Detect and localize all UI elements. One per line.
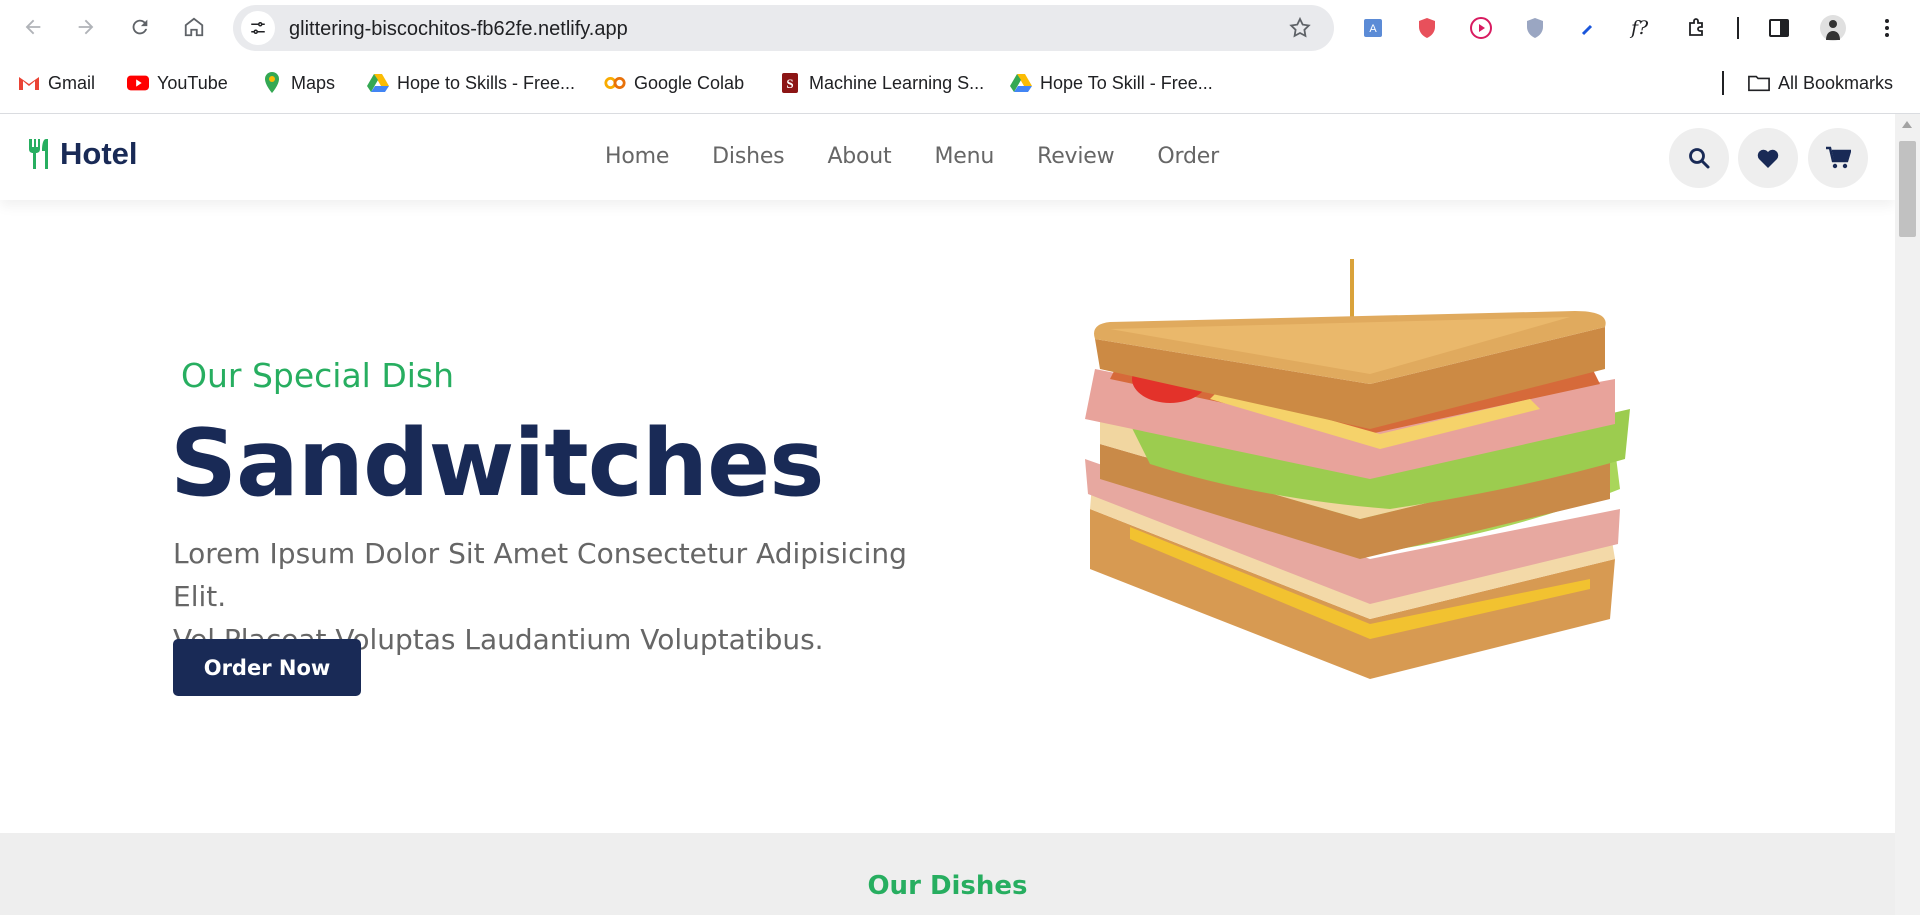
side-panel-button[interactable] [1763,12,1795,44]
avatar [1820,15,1846,41]
all-bookmarks-button[interactable]: All Bookmarks [1748,70,1893,96]
main-nav: Home Dishes About Menu Review Order [605,144,1262,169]
scroll-thumb[interactable] [1899,141,1916,237]
sandwich-image [1085,259,1630,679]
back-button[interactable] [17,11,49,43]
bookmark-label: YouTube [157,72,228,93]
nav-review[interactable]: Review [1037,144,1114,169]
hero-subtitle: Our Special Dish [181,356,455,395]
more-vertical-icon [1885,19,1889,37]
translate-extension-icon: A [1364,19,1382,37]
reload-icon [132,19,148,35]
extension-pen[interactable] [1573,12,1605,44]
page-scrollbar[interactable] [1895,114,1920,915]
favorites-button[interactable] [1738,128,1798,188]
bookmark-label: Machine Learning S... [809,72,985,93]
utensils-icon [29,139,48,169]
bookmark-star-button[interactable] [1288,16,1312,45]
page-viewport: Hotel Home Dishes About Menu Review Orde… [0,114,1895,915]
home-button[interactable] [178,11,210,43]
nav-home[interactable]: Home [605,144,669,169]
toolbar-divider [1737,17,1739,39]
stanford-icon: S [779,72,801,94]
pen-icon [1581,24,1593,36]
site-info-button[interactable] [241,11,275,45]
function-icon: f? [1629,17,1649,39]
nav-about[interactable]: About [827,144,891,169]
browser-toolbar: glittering-biscochitos-fb62fe.netlify.ap… [0,0,1920,55]
extension-translate[interactable]: A [1357,12,1389,44]
google-drive-icon [1010,72,1032,94]
logo[interactable]: Hotel [26,136,138,172]
url-text[interactable]: glittering-biscochitos-fb62fe.netlify.ap… [289,18,628,41]
hero-title: Sandwitches [170,409,825,517]
hero-text-line-1: Lorem Ipsum Dolor Sit Amet Consectetur A… [173,537,907,613]
colab-icon [604,72,626,94]
svg-text:S: S [786,76,793,91]
cart-button[interactable] [1808,128,1868,188]
bookmarks-divider [1722,71,1724,95]
nav-dishes[interactable]: Dishes [712,144,784,169]
chrome-menu-button[interactable] [1871,12,1903,44]
address-bar[interactable]: glittering-biscochitos-fb62fe.netlify.ap… [233,5,1334,51]
site-header: Hotel Home Dishes About Menu Review Orde… [0,114,1895,200]
search-icon [1689,148,1710,169]
reload-button[interactable] [124,11,156,43]
tune-icon [251,22,265,34]
dishes-subtitle: Our Dishes [867,871,1028,901]
bookmark-label: Gmail [48,72,96,93]
profile-button[interactable] [1817,12,1849,44]
google-drive-icon [367,72,389,94]
extension-guard[interactable] [1519,12,1551,44]
dishes-section: Our Dishes [0,833,1895,915]
bookmark-machine-learning[interactable]: S Machine Learning S... [779,70,984,96]
extension-shield[interactable] [1411,12,1443,44]
bookmarks-bar: Gmail YouTube Maps Hope to Skills - Free… [0,60,1920,104]
bookmark-label: Hope to Skills - Free... [397,72,576,93]
svg-text:f?: f? [1629,17,1649,39]
folder-icon [1748,72,1770,94]
svg-text:A: A [1369,23,1377,35]
search-button[interactable] [1669,128,1729,188]
bookmark-hope-to-skills[interactable]: Hope to Skills - Free... [367,70,575,96]
gmail-icon [18,72,40,94]
forward-button[interactable] [70,11,102,43]
order-now-button[interactable]: Order Now [173,639,361,696]
extensions-menu-button[interactable] [1681,12,1713,44]
bookmark-youtube[interactable]: YouTube [127,70,228,96]
nav-menu[interactable]: Menu [934,144,994,169]
bookmark-hope-to-skill[interactable]: Hope To Skill - Free... [1010,70,1213,96]
extension-player[interactable] [1465,12,1497,44]
shield-gray-icon [1527,18,1543,38]
logo-text: Hotel [60,136,138,171]
play-circle-icon [1470,17,1492,39]
star-icon [1289,16,1311,38]
heart-icon [1757,149,1779,168]
home-icon [184,17,204,37]
nav-order[interactable]: Order [1157,144,1219,169]
youtube-icon [127,72,149,94]
arrow-right-icon [78,19,94,35]
bookmark-label: Hope To Skill - Free... [1040,72,1213,93]
bookmark-label: Maps [291,72,336,93]
bookmark-gmail[interactable]: Gmail [18,70,95,96]
bookmark-maps[interactable]: Maps [261,70,335,96]
cart-icon [1826,146,1851,169]
extension-formula[interactable]: f? [1627,12,1659,44]
puzzle-icon [1689,18,1703,36]
bookmark-google-colab[interactable]: Google Colab [604,70,744,96]
all-bookmarks-label: All Bookmarks [1778,72,1894,93]
arrow-left-icon [25,19,41,35]
bookmark-label: Google Colab [634,72,745,93]
shield-red-icon [1419,18,1435,38]
scroll-up-arrow[interactable] [1902,121,1912,128]
maps-icon [261,72,283,94]
side-panel-icon [1769,19,1789,37]
